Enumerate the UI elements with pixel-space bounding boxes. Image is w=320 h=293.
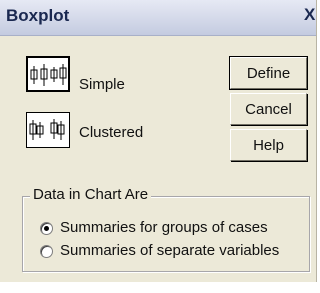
option-separate-variables-label[interactable]: Summaries of separate variables [60,242,279,259]
cancel-button[interactable]: Cancel [230,93,307,125]
simple-label[interactable]: Simple [79,76,125,93]
clustered-label[interactable]: Clustered [79,124,143,141]
dialog-title: Boxplot [6,6,70,25]
clustered-boxplot-icon[interactable] [26,112,70,148]
help-button[interactable]: Help [230,129,307,161]
boxplot-dialog: Boxplot X Simple Clustered Define Cancel [0,0,317,282]
radio-selected-dot [44,226,49,231]
radio-separate-variables[interactable] [40,245,53,258]
define-button[interactable]: Define [229,56,308,90]
close-icon[interactable]: X [304,5,315,25]
group-legend: Data in Chart Are [30,186,152,203]
title-bar: Boxplot X [0,0,316,36]
simple-boxplot-icon[interactable] [26,56,70,92]
option-groups-of-cases-label[interactable]: Summaries for groups of cases [60,219,268,236]
radio-groups-of-cases[interactable] [40,222,53,235]
